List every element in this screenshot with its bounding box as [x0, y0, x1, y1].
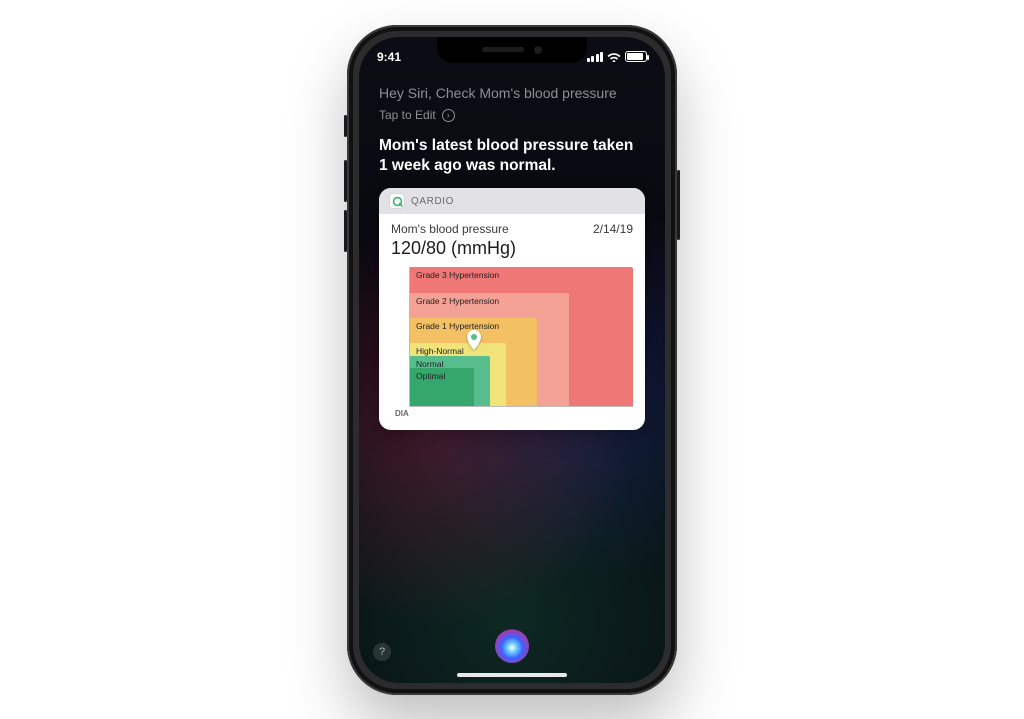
siri-help-button[interactable]: ? [373, 643, 391, 661]
bp-marker-pin-icon [466, 330, 482, 350]
home-indicator[interactable] [457, 673, 567, 677]
y-axis [391, 267, 409, 418]
tap-to-edit-button[interactable]: Tap to Edit › [379, 108, 645, 122]
bp-reading: 120/80 (mmHg) [391, 238, 633, 259]
siri-overlay: Hey Siri, Check Mom's blood pressure Tap… [359, 37, 665, 683]
front-camera [534, 46, 542, 54]
bp-chart: Grade 3 HypertensionGrade 2 Hypertension… [391, 267, 633, 418]
status-time: 9:41 [377, 50, 401, 64]
iphone-frame: 9:41 Hey Siri, Check Mom's blood pressur… [347, 25, 677, 695]
mute-switch[interactable] [344, 115, 347, 137]
siri-utterance: Hey Siri, Check Mom's blood pressure [379, 85, 639, 103]
qardio-result-card[interactable]: QARDIO Mom's blood pressure 2/14/19 120/… [379, 188, 645, 430]
card-date: 2/14/19 [593, 222, 633, 236]
volume-down-button[interactable] [344, 210, 347, 252]
siri-response: Mom's latest blood pressure taken 1 week… [379, 136, 645, 176]
qardio-app-icon [389, 193, 405, 209]
phone-screen: 9:41 Hey Siri, Check Mom's blood pressur… [359, 37, 665, 683]
card-body: Mom's blood pressure 2/14/19 120/80 (mmH… [379, 214, 645, 430]
bp-zone: Optimal [410, 368, 474, 406]
wifi-icon [607, 51, 621, 62]
card-title: Mom's blood pressure [391, 222, 509, 236]
x-axis: DIA [409, 407, 633, 418]
volume-up-button[interactable] [344, 160, 347, 202]
chevron-right-icon: › [442, 109, 455, 122]
card-header: QARDIO [379, 188, 645, 214]
x-axis-ticks [395, 409, 633, 418]
cellular-signal-icon [587, 52, 604, 62]
earpiece-speaker [482, 47, 524, 52]
notch [437, 37, 587, 63]
siri-orb-icon[interactable] [495, 629, 529, 663]
bp-plot: Grade 3 HypertensionGrade 2 Hypertension… [409, 267, 633, 407]
tap-to-edit-label: Tap to Edit [379, 108, 436, 122]
stage: 9:41 Hey Siri, Check Mom's blood pressur… [0, 0, 1024, 719]
card-app-name: QARDIO [411, 196, 454, 207]
side-power-button[interactable] [677, 170, 680, 240]
battery-icon [625, 51, 647, 62]
